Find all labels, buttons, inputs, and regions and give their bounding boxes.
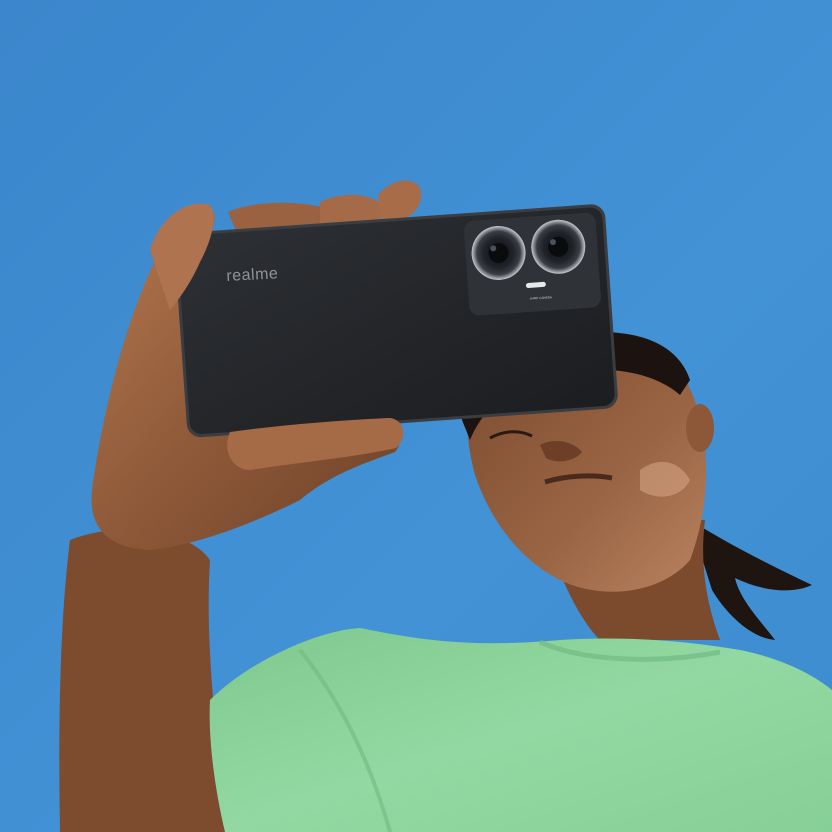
smartphone: [174, 204, 618, 438]
photo-scene: realme 64MP CAMERA: [0, 0, 832, 832]
ear: [686, 404, 714, 452]
phone-brand-logo: realme: [226, 265, 279, 285]
photo-illustration: [0, 0, 832, 832]
t-shirt: [209, 628, 832, 832]
forearm: [59, 529, 230, 832]
